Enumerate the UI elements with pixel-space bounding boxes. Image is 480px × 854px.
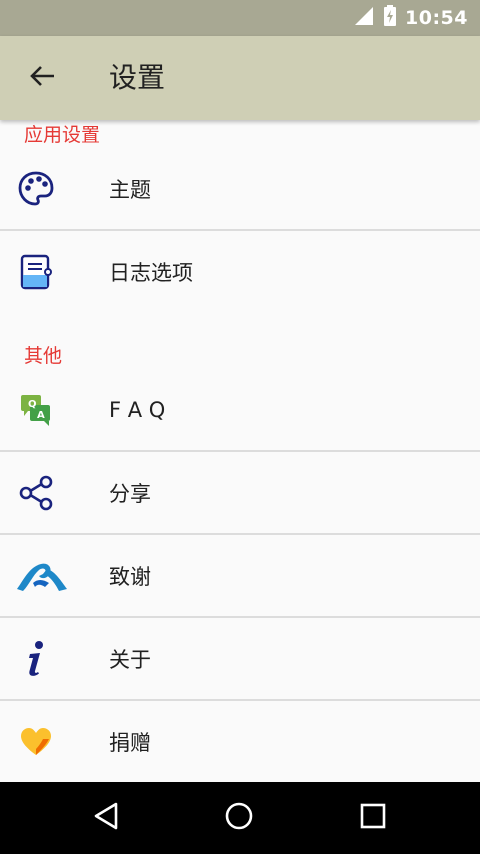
status-bar: 10:54 [0,0,480,36]
signal-icon [353,5,375,31]
svg-text:A: A [37,410,45,421]
settings-item-label: 主题 [109,178,151,202]
settings-item-label: 致谢 [109,565,151,589]
settings-item-label: 捐赠 [109,731,151,755]
notebook-icon [16,252,56,292]
info-icon [16,639,56,679]
app-bar: 设置 [0,36,480,120]
nav-back-button[interactable] [84,796,128,840]
handshake-icon [14,556,70,596]
arrow-left-icon [28,64,56,92]
status-icons: 10:54 [353,0,468,36]
qa-chat-icon: Q A [16,390,56,430]
back-button[interactable] [22,60,62,96]
recents-square-icon [360,803,386,833]
share-icon [16,473,56,513]
settings-item-theme[interactable]: 主题 [0,148,480,230]
settings-item-label: F A Q [109,398,166,422]
section-header-app-settings: 应用设置 [24,124,101,146]
nav-recents-button[interactable] [351,796,395,840]
page-title: 设置 [109,61,166,94]
settings-item-log-options[interactable]: 日志选项 [0,231,480,313]
home-circle-icon [224,801,254,835]
settings-item-donate[interactable]: 捐赠 [0,701,480,783]
section-header-other: 其他 [24,345,63,367]
settings-item-label: 关于 [109,648,151,672]
battery-charging-icon [383,5,397,31]
settings-item-faq[interactable]: Q A F A Q [0,369,480,451]
settings-item-share[interactable]: 分享 [0,452,480,534]
settings-item-label: 分享 [109,482,151,506]
settings-item-acknowledgements[interactable]: 致谢 [0,535,480,617]
settings-item-label: 日志选项 [109,261,193,285]
svg-text:Q: Q [28,399,37,410]
settings-item-about[interactable]: 关于 [0,618,480,700]
heart-hand-icon [16,722,56,762]
back-triangle-icon [92,801,120,835]
system-nav-bar [0,782,480,854]
nav-home-button[interactable] [217,796,261,840]
palette-icon [16,169,56,209]
status-time: 10:54 [405,7,468,29]
